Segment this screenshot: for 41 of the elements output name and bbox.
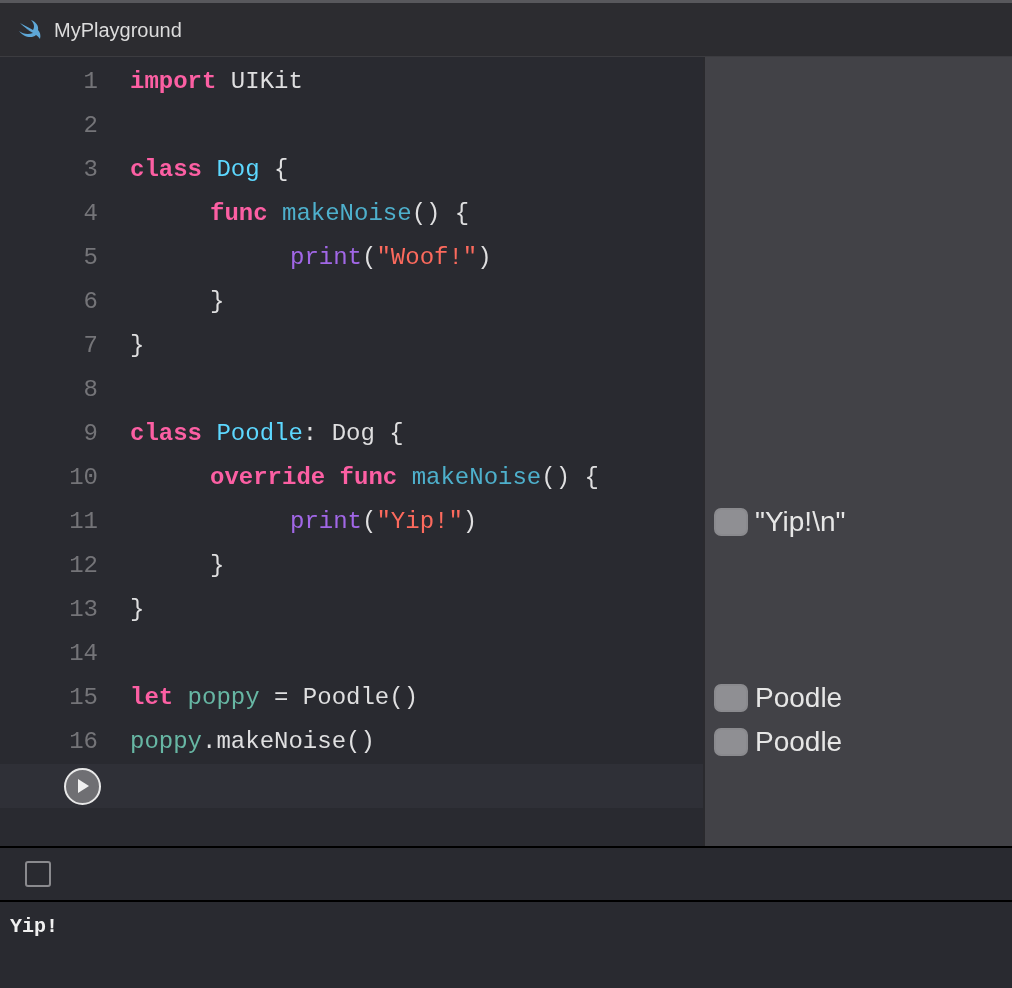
toggle-debug-area-button[interactable] <box>25 861 51 887</box>
line-number: 2 <box>82 111 98 141</box>
code-line: let poppy = Poodle() <box>130 683 419 713</box>
result-value: Poodle <box>755 681 843 715</box>
code-line: } <box>130 595 145 625</box>
code-line: } <box>130 331 145 361</box>
quick-look-icon[interactable] <box>714 728 748 756</box>
line-number: 15 <box>68 683 98 713</box>
line-number: 6 <box>82 287 98 317</box>
line-number: 7 <box>82 331 98 361</box>
line-number: 9 <box>82 419 98 449</box>
swift-bird-icon <box>18 19 42 40</box>
quick-look-icon[interactable] <box>714 684 748 712</box>
run-button[interactable] <box>64 767 101 805</box>
line-number: 10 <box>68 463 98 493</box>
code-line: class Poodle: Dog { <box>130 419 404 449</box>
line-number: 13 <box>68 595 98 625</box>
code-line: func makeNoise() { <box>210 199 470 229</box>
line-number: 3 <box>82 155 98 185</box>
line-number: 14 <box>68 639 98 669</box>
code-line: poppy.makeNoise() <box>130 727 375 757</box>
code-line: import UIKit <box>130 67 303 97</box>
console-output: Yip! <box>10 914 59 940</box>
line-number: 16 <box>68 727 98 757</box>
code-line: } <box>210 287 225 317</box>
window-title: MyPlayground <box>54 17 182 43</box>
code-line: override func makeNoise() { <box>210 463 599 493</box>
play-icon <box>75 778 90 794</box>
result-value: Poodle <box>755 725 843 759</box>
result-value: "Yip!\n" <box>755 505 846 539</box>
code-line: } <box>210 551 225 581</box>
line-number: 1 <box>82 67 98 97</box>
line-number: 4 <box>82 199 98 229</box>
line-number: 5 <box>82 243 98 273</box>
line-number: 12 <box>68 551 98 581</box>
code-line: class Dog { <box>130 155 289 185</box>
line-number: 11 <box>68 507 98 537</box>
quick-look-icon[interactable] <box>714 508 748 536</box>
line-number: 8 <box>82 375 98 405</box>
code-line: print("Woof!") <box>290 243 492 273</box>
code-line: print("Yip!") <box>290 507 478 537</box>
